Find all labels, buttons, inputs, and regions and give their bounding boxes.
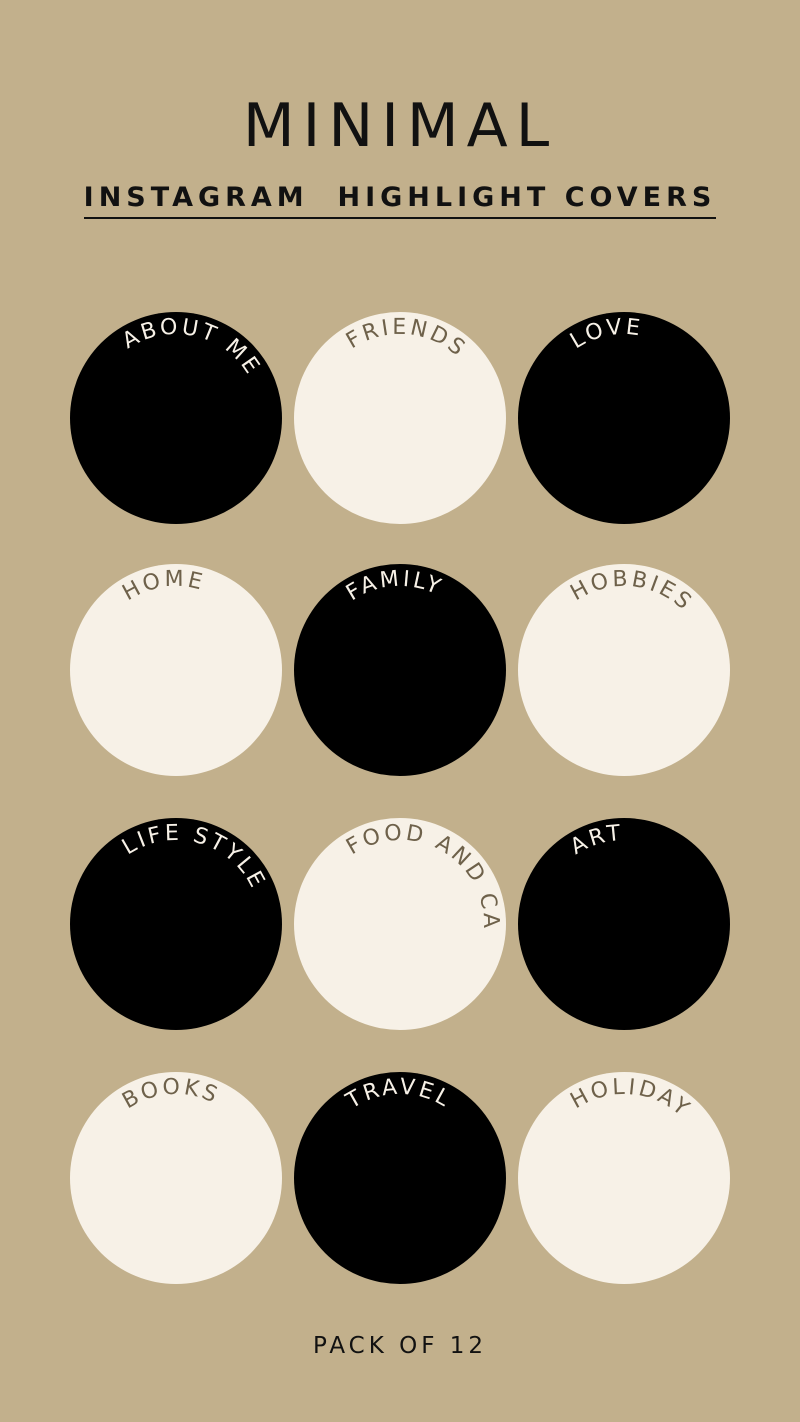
cover-circle [518,1072,730,1284]
pack-count: PACK OF 12 [312,1333,488,1359]
highlight-covers-grid: ABOUT MEFRIENDS LOVE HOME FAMILY HOBBIES LIFE… [0,0,730,1284]
highlight-cover-hobbies: HOBBIES [518,564,730,776]
highlight-cover-life-style: LIFE STYLE [70,818,282,1030]
cover-circle [70,1072,282,1284]
highlight-covers-page: MINIMAL INSTAGRAM HIGHLIGHT COVERS ABOUT… [0,0,800,1422]
cover-circle [294,564,506,776]
cover-circle [294,818,506,1030]
cover-circle [518,312,730,524]
cover-circle [294,312,506,524]
highlight-cover-holiday: HOLIDAY [518,1072,730,1284]
highlight-cover-about-me: ABOUT ME [70,312,282,524]
cover-circle [518,564,730,776]
cover-circle [518,818,730,1030]
cover-circle [70,312,282,524]
highlight-cover-family: FAMILY [294,564,506,776]
highlight-cover-love: LOVE [518,312,730,524]
cover-circle [294,1072,506,1284]
highlight-cover-books: BOOKS [70,1072,282,1284]
highlight-cover-friends: FRIENDS [294,312,506,524]
highlight-cover-art: ART [518,818,730,1030]
highlight-cover-home: HOME [70,564,282,776]
highlight-cover-travel: TRAVEL [294,1072,506,1284]
cover-circle [70,564,282,776]
cover-circle [70,818,282,1030]
